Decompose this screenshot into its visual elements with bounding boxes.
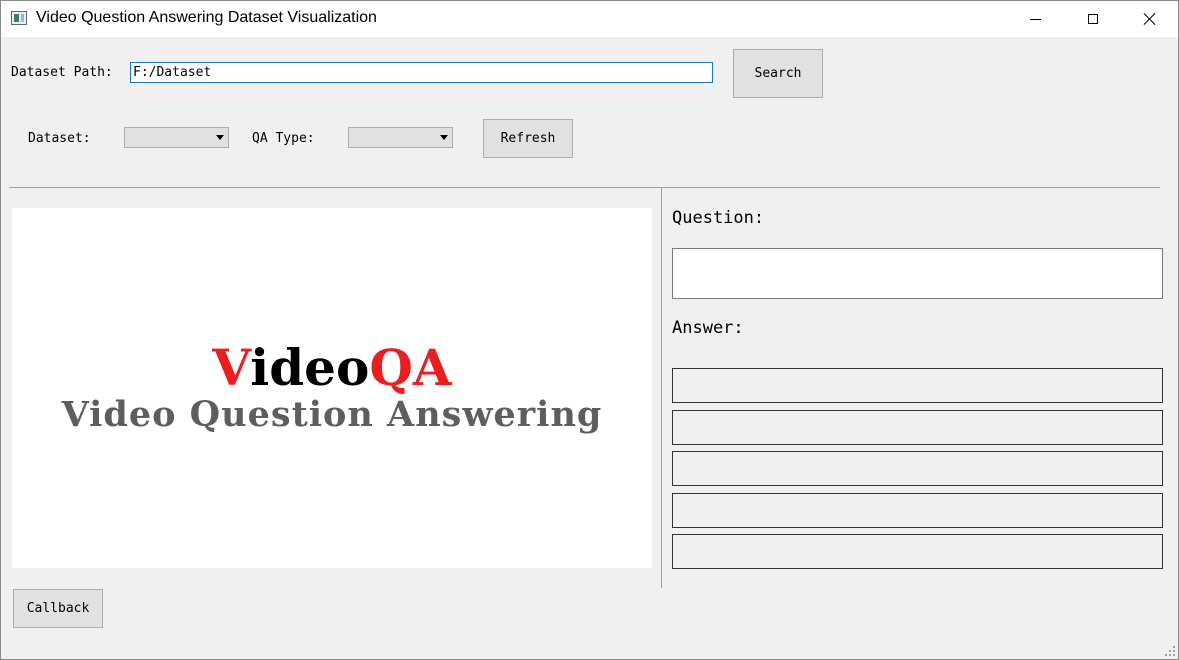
answer-option-3[interactable]: [672, 451, 1163, 486]
resize-grip-icon[interactable]: [1165, 646, 1175, 656]
vertical-splitter[interactable]: [661, 188, 662, 588]
chevron-down-icon: [216, 135, 224, 140]
logo-subtitle: Video Question Answering: [61, 394, 603, 435]
dataset-select[interactable]: [124, 127, 229, 148]
chevron-down-icon: [440, 135, 448, 140]
main-window: Video Question Answering Dataset Visuali…: [0, 0, 1179, 660]
minimize-button[interactable]: [1006, 1, 1064, 37]
answer-option-2[interactable]: [672, 410, 1163, 445]
app-icon: [11, 11, 27, 25]
answer-option-1[interactable]: [672, 368, 1163, 403]
close-icon: [1143, 12, 1157, 26]
maximize-button[interactable]: [1064, 1, 1122, 37]
answer-option-4[interactable]: [672, 493, 1163, 528]
horizontal-divider: [9, 187, 1160, 188]
maximize-icon: [1088, 14, 1098, 24]
dataset-label: Dataset:: [28, 131, 91, 146]
window-title: Video Question Answering Dataset Visuali…: [36, 9, 377, 26]
question-field[interactable]: [672, 248, 1163, 299]
qa-type-label: QA Type:: [252, 131, 315, 146]
dataset-path-label: Dataset Path:: [11, 65, 113, 80]
answer-label: Answer:: [672, 318, 744, 338]
refresh-button[interactable]: Refresh: [483, 119, 573, 158]
minimize-icon: [1029, 18, 1041, 20]
search-button[interactable]: Search: [733, 49, 823, 98]
title-bar: Video Question Answering Dataset Visuali…: [1, 1, 1178, 37]
answer-option-5[interactable]: [672, 534, 1163, 569]
dataset-path-input[interactable]: F:/Dataset: [130, 62, 713, 83]
close-button[interactable]: [1121, 1, 1179, 37]
callback-button[interactable]: Callback: [13, 589, 103, 628]
logo-title: VideoQA: [212, 338, 452, 397]
video-preview: VideoQA Video Question Answering: [12, 208, 652, 568]
question-label: Question:: [672, 208, 765, 228]
qa-type-select[interactable]: [348, 127, 453, 148]
